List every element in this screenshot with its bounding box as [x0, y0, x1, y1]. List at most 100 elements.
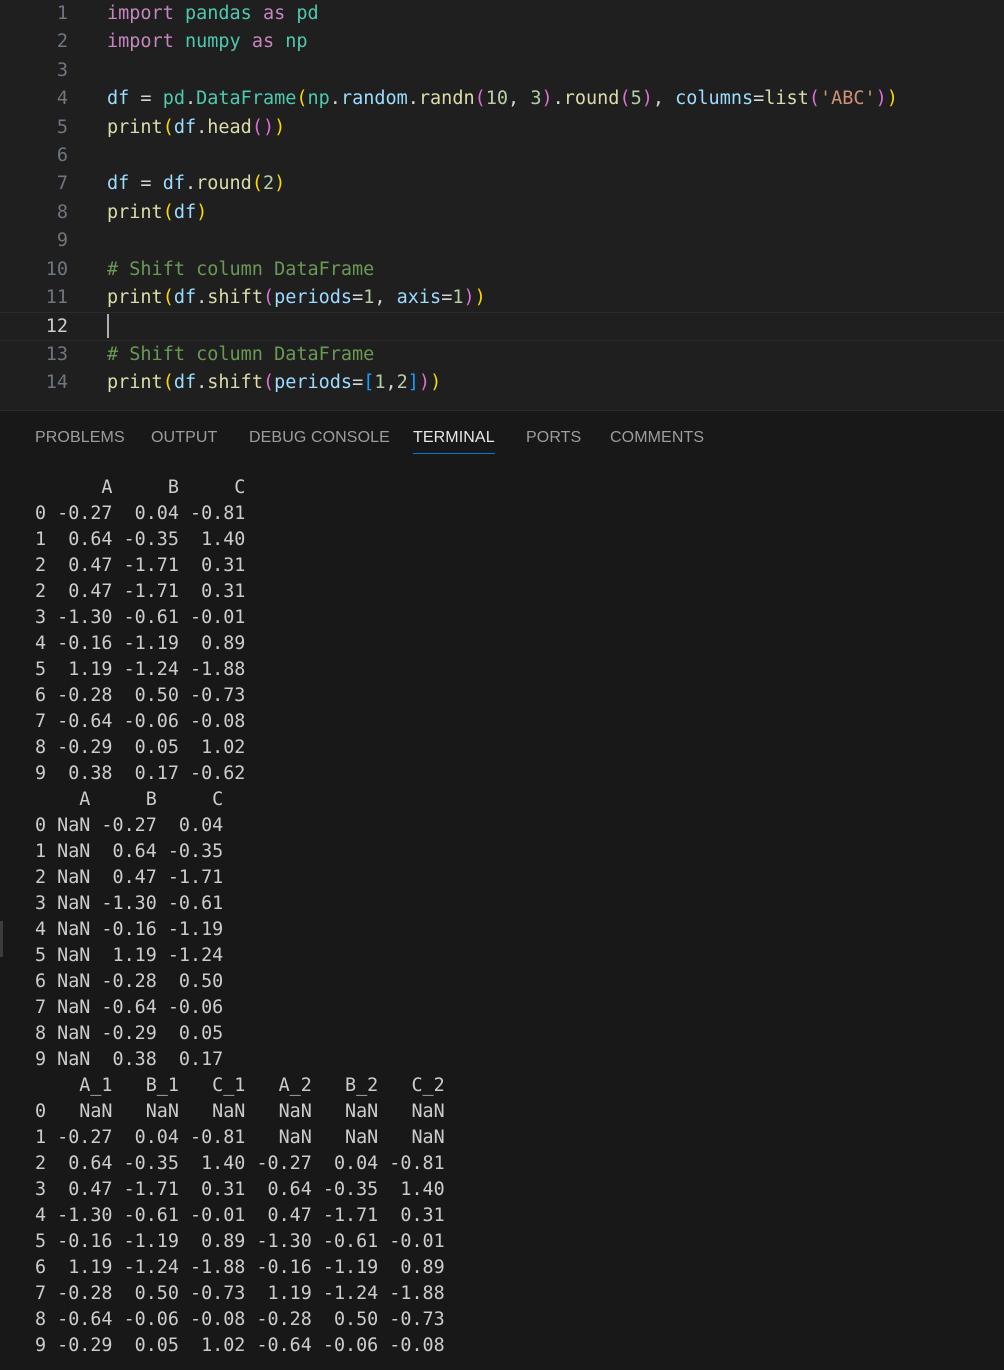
line-number: 10: [45, 258, 68, 280]
terminal-line: 6 1.19 -1.24 -1.88 -0.16 -1.19 0.89: [35, 1257, 445, 1278]
code-token: head: [207, 116, 252, 138]
code-line[interactable]: 10 # Shift column DataFrame: [0, 256, 1004, 284]
line-number: 5: [56, 116, 68, 138]
terminal-scroll-marker[interactable]: [0, 921, 3, 957]
terminal-line: 4 NaN -0.16 -1.19: [35, 919, 224, 940]
code-token: df: [173, 372, 197, 394]
line-number: 9: [56, 230, 68, 252]
code-line[interactable]: 11 print(df.shift(periods=1, axis=1)): [0, 284, 1004, 312]
code-token: (: [808, 88, 820, 110]
code-line[interactable]: 3: [0, 57, 1004, 85]
terminal-line: 2 0.47 -1.71 0.31: [35, 555, 246, 576]
code-token: df: [162, 173, 185, 195]
tab-terminal[interactable]: TERMINAL: [413, 429, 495, 454]
code-token: shift: [207, 372, 263, 394]
code-token: 5: [630, 88, 642, 110]
code-token: ): [196, 201, 208, 223]
tab-problems[interactable]: PROBLEMS: [35, 429, 125, 453]
terminal-line: 5 -0.16 -1.19 0.89 -1.30 -0.61 -0.01: [35, 1231, 445, 1252]
code-token: (: [162, 287, 174, 308]
code-token: df: [173, 116, 197, 138]
code-token: pandas: [184, 3, 252, 24]
tab-debug-console[interactable]: DEBUG CONSOLE: [249, 429, 390, 453]
code-token: # Shift column DataFrame: [107, 343, 375, 365]
terminal-line: 8 -0.29 0.05 1.02: [35, 737, 246, 758]
panel-tab-bar: PROBLEMS OUTPUT DEBUG CONSOLE TERMINAL P…: [0, 411, 1004, 467]
code-token: ): [886, 88, 898, 110]
code-token: ): [875, 88, 887, 110]
tab-comments[interactable]: COMMENTS: [610, 429, 704, 453]
code-token: df: [107, 88, 130, 110]
code-token: round: [563, 88, 620, 110]
code-token: .: [184, 88, 197, 110]
code-token: (: [162, 201, 174, 223]
code-token: ): [274, 173, 286, 195]
code-line[interactable]: 7 df = df.round(2): [0, 170, 1004, 198]
code-token: (: [474, 88, 486, 110]
terminal-line: 1 0.64 -0.35 1.40: [35, 529, 246, 550]
code-token: randn: [418, 88, 475, 110]
code-line[interactable]: 9: [0, 227, 1004, 255]
code-token: (: [162, 116, 174, 138]
line-number: 8: [56, 201, 68, 223]
code-line[interactable]: 6: [0, 142, 1004, 170]
line-number: 12: [45, 316, 68, 338]
terminal-output[interactable]: A B C 0 -0.27 0.04 -0.81 1 0.64 -0.35 1.40…: [35, 475, 995, 1365]
code-line[interactable]: 1 import pandas as pd: [0, 0, 1004, 28]
code-line[interactable]: 8 print(df): [0, 199, 1004, 227]
code-token: (: [262, 287, 275, 308]
code-text: import pandas as pd: [107, 0, 319, 28]
terminal-line: 3 NaN -1.30 -0.61: [35, 893, 224, 914]
terminal-line: 7 -0.28 0.50 -0.73 1.19 -1.24 -1.88: [35, 1283, 445, 1304]
code-token: ): [274, 116, 286, 138]
code-token: DataFrame: [196, 88, 297, 110]
code-token: (: [162, 372, 174, 394]
text-cursor: [107, 314, 109, 339]
code-token: =: [441, 287, 453, 308]
code-token: print: [107, 372, 163, 394]
code-token: 1: [374, 372, 386, 394]
code-token: =: [753, 88, 765, 110]
terminal-line: 8 -0.64 -0.06 -0.08 -0.28 0.50 -0.73: [35, 1309, 445, 1330]
code-line[interactable]: 5 print(df.head()): [0, 114, 1004, 142]
code-token: np: [307, 88, 330, 110]
code-line[interactable]: 13 # Shift column DataFrame: [0, 341, 1004, 369]
code-text: print(df): [107, 199, 207, 227]
code-line[interactable]: 2 import numpy as np: [0, 28, 1004, 56]
code-token: =: [129, 88, 163, 110]
code-text: print(df.shift(periods=[1,2])): [107, 369, 441, 397]
terminal-line: 1 -0.27 0.04 -0.81 NaN NaN NaN: [35, 1127, 445, 1148]
terminal-line: A B C: [35, 477, 246, 498]
code-line[interactable]: 14 print(df.shift(periods=[1,2])): [0, 369, 1004, 397]
code-editor[interactable]: 1 import pandas as pd 2 import numpy as np 3…: [0, 0, 1004, 410]
code-line[interactable]: 12: [0, 312, 1004, 341]
code-text: # Shift column DataFrame: [107, 341, 374, 369]
code-token: .: [329, 88, 341, 110]
code-token: as: [251, 31, 275, 53]
code-token: .: [196, 287, 208, 308]
code-token: pd: [162, 88, 185, 110]
terminal-line: A_1 B_1 C_1 A_2 B_2 C_2: [35, 1075, 445, 1096]
terminal-line: 7 NaN -0.64 -0.06: [35, 997, 224, 1018]
code-token: round: [196, 173, 252, 195]
terminal-line: 9 -0.29 0.05 1.02 -0.64 -0.06 -0.08: [35, 1335, 445, 1356]
tab-output[interactable]: OUTPUT: [151, 429, 217, 453]
code-token: ): [474, 287, 486, 308]
code-text: # Shift column DataFrame: [107, 256, 374, 284]
code-token: ): [418, 372, 431, 394]
code-token: 10: [485, 88, 509, 110]
code-token: df: [173, 201, 197, 223]
terminal-line: 9 0.38 0.17 -0.62: [35, 763, 246, 784]
tab-ports[interactable]: PORTS: [526, 429, 581, 453]
terminal-line: 8 NaN -0.29 0.05: [35, 1023, 224, 1044]
code-token: 2: [262, 173, 275, 195]
code-token: random: [340, 88, 408, 110]
code-token: df: [173, 287, 197, 308]
code-line[interactable]: 4 df = pd.DataFrame(np.random.randn(10, 3…: [0, 85, 1004, 113]
code-token: print: [107, 116, 163, 138]
code-token: 2: [396, 372, 408, 394]
